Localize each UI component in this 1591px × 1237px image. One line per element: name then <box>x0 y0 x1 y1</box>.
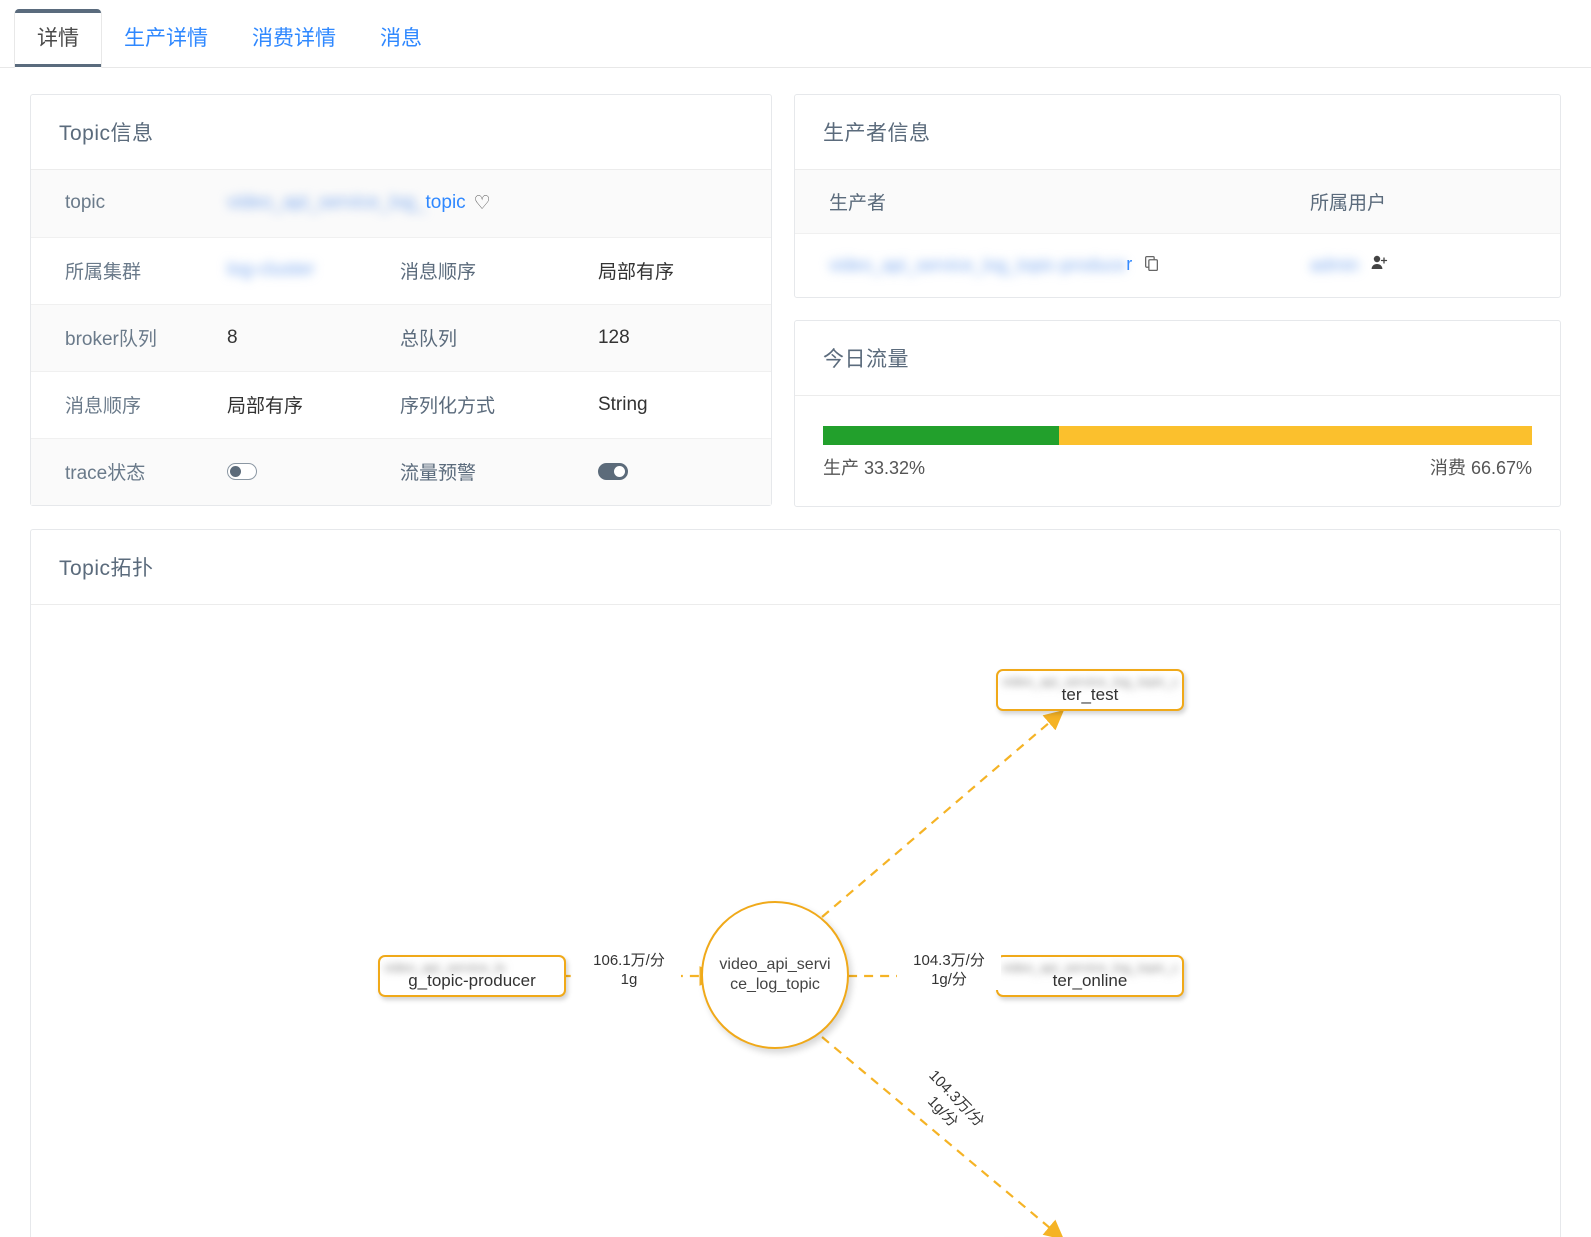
content-area: Topic信息 topic video_api_service_log_ topi… <box>0 68 1591 1237</box>
row-label-total-queue: 总队列 <box>399 329 457 350</box>
consume-legend: 消费 66.67% <box>1430 454 1532 480</box>
traffic-bar <box>823 426 1532 445</box>
topic-name-visible[interactable]: topic <box>426 192 466 214</box>
produce-legend-value: 33.32% <box>864 458 926 478</box>
edge-label-topic-to-online-line1: 104.3万/分 <box>913 952 985 969</box>
producer-name-blurred: video_api_service_log_topic-produce <box>829 255 1127 276</box>
traffic-title: 今日流量 <box>795 321 1560 396</box>
edge-topic-to-test <box>821 709 1065 918</box>
topology-node-producer[interactable]: video_api_service_lo g_topic-producer <box>378 955 566 997</box>
traffic-legend: 生产 33.32% 消费 66.67% <box>823 454 1532 480</box>
table-row: 所属集群 log-cluster 消息顺序 局部有序 <box>31 237 771 304</box>
heart-icon[interactable]: ♡ <box>474 192 491 215</box>
traffic-card: 今日流量 生产 33.32% 消费 66.67% <box>794 320 1561 507</box>
page-root: 详情 生产详情 消费详情 消息 Topic信息 topic video_api_… <box>0 0 1591 1237</box>
row-value-traffic-alert <box>597 438 771 505</box>
right-column: 生产者信息 生产者 所属用户 video_api_service_log_top… <box>794 94 1561 507</box>
row-label-traffic-alert: 流量预警 <box>399 463 476 485</box>
topology-center-node[interactable]: video_api_service_log_topic <box>701 901 849 1049</box>
producer-name-visible[interactable]: r <box>1126 254 1132 274</box>
traffic-body: 生产 33.32% 消费 66.67% <box>795 396 1560 506</box>
producer-info-card: 生产者信息 生产者 所属用户 video_api_service_log_top… <box>794 94 1561 298</box>
topology-node-consumer-test[interactable]: video_api_service_log_topic_consum ter_t… <box>996 669 1184 711</box>
row-value-serialization[interactable]: String <box>598 371 771 438</box>
node-consumer-online-label: ter_online <box>1052 971 1128 990</box>
column-header-producer: 生产者 <box>795 170 1310 234</box>
produce-legend: 生产 33.32% <box>823 454 925 480</box>
producer-info-title: 生产者信息 <box>795 95 1560 170</box>
tab-consume-details[interactable]: 消费详情 <box>230 28 358 67</box>
row-label-msg-order-2: 消息顺序 <box>65 396 142 417</box>
edge-label-producer-to-topic-line2: 1g <box>620 970 638 988</box>
topology-title: Topic拓扑 <box>31 530 1560 605</box>
table-row: topic video_api_service_log_ topic ♡ <box>31 170 771 237</box>
tab-messages[interactable]: 消息 <box>358 28 444 67</box>
copy-icon[interactable] <box>1143 255 1160 277</box>
row-value-trace-status <box>226 438 400 505</box>
consume-legend-label: 消费 <box>1429 458 1466 478</box>
row-label-topic: topic <box>65 192 106 214</box>
row-value-broker-queue[interactable]: 8 <box>227 304 400 371</box>
node-producer-label: g_topic-producer <box>408 971 536 990</box>
topic-info-card: Topic信息 topic video_api_service_log_ topi… <box>30 94 772 506</box>
tab-bar: 详情 生产详情 消费详情 消息 <box>0 0 1591 68</box>
edge-label-topic-to-online: 104.3万/分 1g/分 <box>897 952 1001 990</box>
row-value-msg-order-2[interactable]: 局部有序 <box>227 371 400 438</box>
row-label-cluster: 所属集群 <box>65 262 142 283</box>
edge-label-producer-to-topic-line1: 106.1万/分 <box>593 952 665 969</box>
table-row: broker队列 8 总队列 128 <box>31 304 771 371</box>
cluster-name-blurred: log-cluster <box>226 259 315 281</box>
row-value-msg-order[interactable]: 局部有序 <box>598 237 771 304</box>
top-row: Topic信息 topic video_api_service_log_ topi… <box>30 94 1561 507</box>
trace-status-toggle[interactable] <box>226 463 257 481</box>
topic-name-blurred: video_api_service_log_ <box>226 192 426 214</box>
row-label-serialization: 序列化方式 <box>399 396 495 417</box>
table-row: video_api_service_log_topic-producer adm… <box>795 234 1560 298</box>
row-label-trace-status: trace状态 <box>65 463 146 485</box>
column-header-owner: 所属用户 <box>1310 170 1560 234</box>
edge-label-topic-to-online-line2: 1g/分 <box>931 970 967 988</box>
topology-canvas[interactable]: video_api_service_log_topic video_api_se… <box>31 605 1560 1237</box>
topology-node-consumer-online[interactable]: video_api_service_log_topic_consum ter_o… <box>996 955 1184 997</box>
produce-legend-label: 生产 <box>823 458 859 478</box>
table-row: 消息顺序 局部有序 序列化方式 String <box>31 371 771 438</box>
row-value-topic: video_api_service_log_ topic ♡ <box>227 170 771 237</box>
table-row: trace状态 流量预警 <box>31 438 771 505</box>
cell-owner-user: admin <box>1310 234 1560 298</box>
tab-produce-details[interactable]: 生产详情 <box>102 28 230 67</box>
traffic-bar-produce-segment <box>823 426 1060 445</box>
cell-producer-name: video_api_service_log_topic-producer <box>795 234 1310 298</box>
row-value-total-queue: 128 <box>597 326 630 348</box>
owner-user-blurred: admin <box>1310 255 1360 275</box>
edge-label-producer-to-topic: 106.1万/分 1g <box>577 952 681 990</box>
node-consumer-test-label: ter_test <box>1061 685 1119 704</box>
tab-details[interactable]: 详情 <box>14 9 102 68</box>
consume-legend-value: 66.67% <box>1470 458 1532 478</box>
topic-info-table: topic video_api_service_log_ topic ♡ 所属集群… <box>31 170 771 505</box>
traffic-bar-consume-segment <box>1059 426 1532 445</box>
topology-card: Topic拓扑 video_api_service_log_topic vide… <box>30 529 1561 1237</box>
traffic-alert-toggle[interactable] <box>597 463 628 481</box>
producer-table: 生产者 所属用户 video_api_service_log_topic-pro… <box>795 170 1560 297</box>
user-add-icon[interactable] <box>1370 254 1388 277</box>
row-value-cluster: log-cluster <box>227 237 400 304</box>
row-label-msg-order: 消息顺序 <box>399 262 476 283</box>
row-label-broker-queue: broker队列 <box>65 329 157 350</box>
topic-info-title: Topic信息 <box>31 95 771 170</box>
topic-info-column: Topic信息 topic video_api_service_log_ topi… <box>30 94 772 506</box>
table-header-row: 生产者 所属用户 <box>795 170 1560 234</box>
